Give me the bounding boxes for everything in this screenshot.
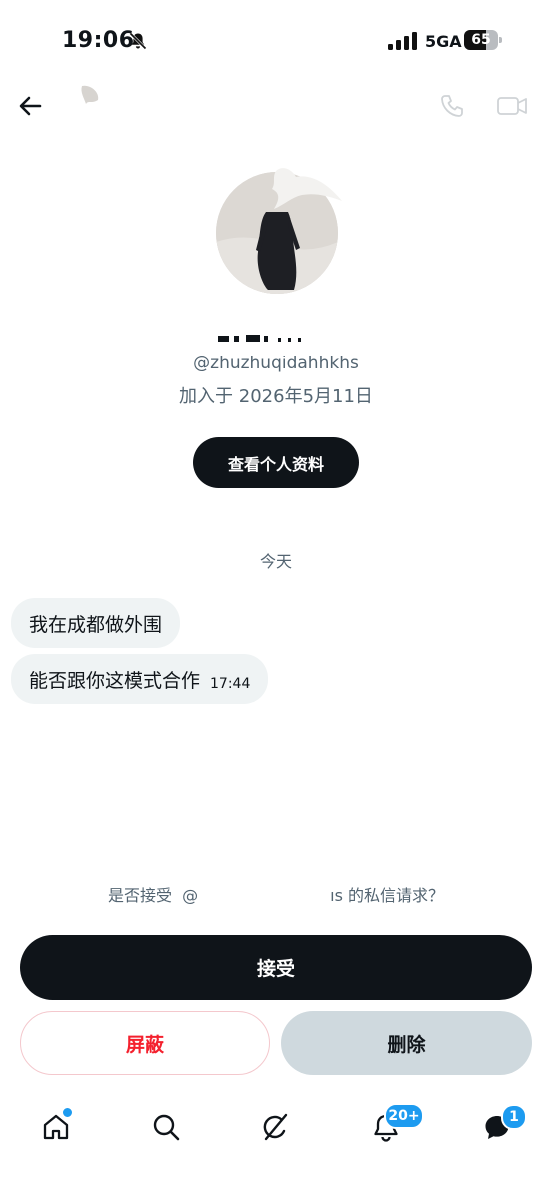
profile-handle: @zhuzhuqidahhkhs xyxy=(193,356,359,373)
message-time: 17:44 xyxy=(210,676,251,692)
message-text: 能否跟你这模式合作 xyxy=(29,669,201,692)
signal-icon xyxy=(388,32,417,50)
home-unread-dot xyxy=(61,1106,74,1119)
delete-button[interactable]: 删除 xyxy=(281,1011,532,1075)
message-bubble: 我在成都做外围 xyxy=(11,598,181,648)
accept-button[interactable]: 接受 xyxy=(20,935,532,1000)
back-arrow-icon[interactable] xyxy=(16,92,44,120)
status-time: 19:06 xyxy=(62,28,135,53)
profile-name xyxy=(196,322,356,344)
request-prompt-prefix: 是否接受 @ xyxy=(107,886,199,905)
video-icon[interactable] xyxy=(496,92,528,120)
message-bubble: 能否跟你这模式合作 17:44 xyxy=(11,654,269,704)
joined-date: 加入于 2026年5月11日 xyxy=(179,386,373,407)
phone-icon[interactable] xyxy=(438,92,466,120)
view-profile-button[interactable]: 查看个人资料 xyxy=(193,437,359,488)
block-button[interactable]: 屏蔽 xyxy=(20,1011,270,1075)
message-request-prompt: 是否接受 @ ıs 的私信请求？ xyxy=(0,882,552,906)
bell-off-icon xyxy=(129,32,147,50)
header-avatar[interactable] xyxy=(78,84,104,110)
network-type: 5GA xyxy=(425,32,462,51)
avatar-edit-mark xyxy=(272,168,342,209)
message-text: 我在成都做外围 xyxy=(29,613,163,636)
battery-icon: 65 xyxy=(464,30,504,50)
battery-level: 65 xyxy=(471,32,491,48)
notifications-badge: 20+ xyxy=(384,1103,424,1129)
search-icon[interactable] xyxy=(151,1112,181,1142)
request-prompt-suffix: ıs 的私信请求？ xyxy=(330,886,445,905)
day-separator: 今天 xyxy=(259,552,292,571)
messages-badge: 1 xyxy=(501,1104,527,1130)
grok-icon[interactable] xyxy=(261,1112,291,1142)
